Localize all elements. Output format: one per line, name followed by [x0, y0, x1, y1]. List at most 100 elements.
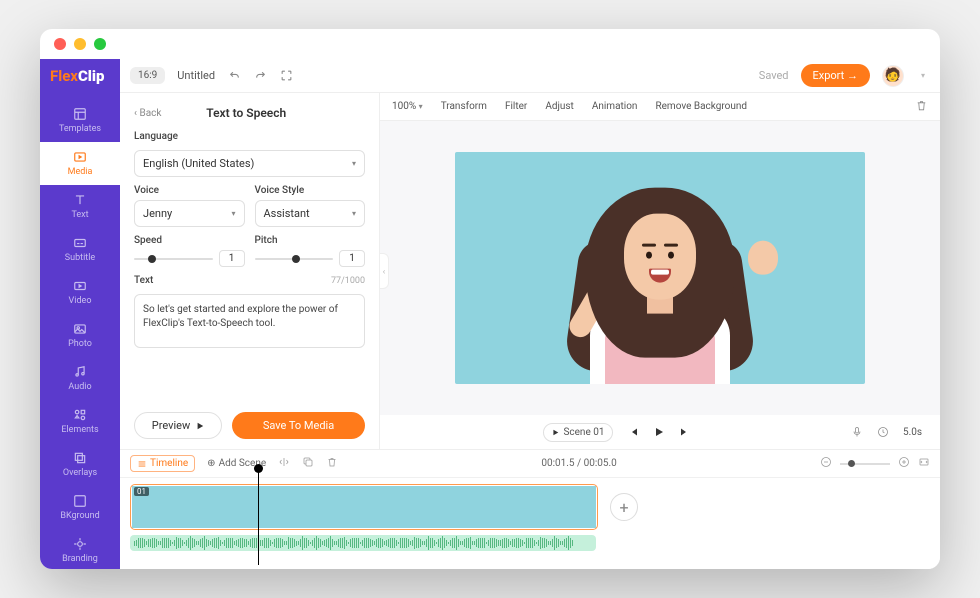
save-to-media-button[interactable]: Save To Media: [232, 412, 365, 439]
sidebar-item-audio[interactable]: Audio: [40, 357, 120, 400]
logo-clip: Clip: [78, 67, 105, 85]
chevron-down-icon: ▾: [231, 209, 235, 218]
close-window-icon[interactable]: [54, 38, 66, 50]
zoom-out-button[interactable]: [820, 456, 832, 471]
canvas-area: 100% ▾ Transform Filter Adjust Animation…: [380, 93, 940, 449]
voice-style-select[interactable]: Assistant▾: [255, 200, 366, 227]
sidebar-item-subtitle[interactable]: Subtitle: [40, 228, 120, 271]
clip-thumbnail: [306, 486, 364, 528]
tts-panel: ‹ ‹ Back Text to Speech Language English…: [120, 93, 380, 449]
fit-button[interactable]: [918, 456, 930, 471]
tts-text-input[interactable]: So let's get started and explore the pow…: [134, 294, 365, 348]
sidebar-item-label: Overlays: [63, 468, 97, 478]
char-counter: 77/1000: [331, 276, 365, 286]
play-button[interactable]: [653, 426, 665, 438]
subtitle-icon: [73, 236, 87, 250]
sidebar: FlexClip Templates Media Text Subtitle V…: [40, 59, 120, 569]
sidebar-item-branding[interactable]: Branding: [40, 529, 120, 569]
mic-button[interactable]: [851, 426, 863, 438]
app-logo: FlexClip: [40, 67, 120, 99]
topbar: 16:9 Untitled Saved Export → 🧑 ▾: [120, 59, 940, 93]
zoom-in-button[interactable]: [898, 456, 910, 471]
delete-button[interactable]: [915, 99, 928, 115]
sidebar-item-label: Audio: [68, 382, 91, 392]
split-button[interactable]: [278, 456, 290, 471]
sidebar-item-elements[interactable]: Elements: [40, 400, 120, 443]
copy-button[interactable]: [302, 456, 314, 471]
back-button[interactable]: ‹ Back: [134, 108, 161, 119]
audio-track-clip[interactable]: [130, 535, 596, 551]
sidebar-item-label: Text: [71, 210, 88, 220]
zoom-slider[interactable]: [840, 463, 890, 465]
export-button[interactable]: Export →: [801, 64, 870, 87]
scene-label: Scene 01: [563, 427, 604, 438]
prev-button[interactable]: [627, 426, 639, 438]
user-avatar[interactable]: 🧑: [882, 65, 904, 87]
canvas-toolbar: 100% ▾ Transform Filter Adjust Animation…: [380, 93, 940, 121]
project-title[interactable]: Untitled: [177, 69, 215, 82]
next-button[interactable]: [679, 426, 691, 438]
maximize-window-icon[interactable]: [94, 38, 106, 50]
playhead[interactable]: [258, 466, 259, 565]
language-label: Language: [134, 131, 365, 142]
minimize-window-icon[interactable]: [74, 38, 86, 50]
preview-label: Preview: [152, 419, 190, 432]
voice-style-value: Assistant: [264, 207, 310, 220]
sidebar-item-text[interactable]: Text: [40, 185, 120, 228]
voice-select[interactable]: Jenny ▾: [134, 200, 245, 227]
sidebar-item-label: Branding: [62, 554, 98, 564]
player-bar: Scene 01 5.0s: [380, 415, 940, 449]
pitch-label: Pitch: [255, 235, 366, 246]
sidebar-item-templates[interactable]: Templates: [40, 99, 120, 142]
adjust-button[interactable]: Adjust: [545, 101, 574, 112]
speed-slider[interactable]: [134, 258, 213, 260]
filter-button[interactable]: Filter: [505, 101, 527, 112]
sidebar-item-overlays[interactable]: Overlays: [40, 443, 120, 486]
overlays-icon: [73, 451, 87, 465]
language-select[interactable]: English (United States)▾: [134, 150, 365, 177]
sidebar-item-label: BKground: [60, 511, 99, 521]
duration-icon: [877, 426, 889, 438]
timeline-tab[interactable]: Timeline: [130, 455, 195, 472]
user-menu-chevron-icon[interactable]: ▾: [916, 69, 930, 83]
voice-style-label: Voice Style: [255, 185, 366, 196]
aspect-ratio-button[interactable]: 16:9: [130, 67, 165, 84]
play-icon: [552, 429, 559, 436]
clip-thumbnail: [364, 486, 422, 528]
chevron-down-icon: ▾: [419, 102, 423, 111]
fullscreen-button[interactable]: [279, 69, 293, 83]
sidebar-item-media[interactable]: Media: [40, 142, 120, 185]
sidebar-item-video[interactable]: Video: [40, 271, 120, 314]
timeline-label: Timeline: [150, 458, 188, 469]
timeline-icon: [137, 459, 147, 469]
redo-button[interactable]: [253, 69, 267, 83]
transform-button[interactable]: Transform: [441, 101, 487, 112]
voice-value: Jenny: [143, 207, 172, 220]
scene-button[interactable]: Scene 01: [543, 423, 613, 442]
language-value: English (United States): [143, 157, 254, 170]
undo-button[interactable]: [227, 69, 241, 83]
logo-flex: Flex: [50, 67, 78, 85]
speed-value[interactable]: 1: [219, 250, 245, 267]
video-track-clip[interactable]: 01: [130, 484, 598, 530]
text-icon: [73, 193, 87, 207]
pitch-value[interactable]: 1: [339, 250, 365, 267]
remove-background-button[interactable]: Remove Background: [655, 101, 747, 112]
add-clip-button[interactable]: +: [610, 493, 638, 521]
clip-thumbnail: [480, 486, 538, 528]
preview-button[interactable]: Preview: [134, 412, 222, 439]
zoom-level-button[interactable]: 100% ▾: [392, 101, 423, 112]
video-preview: [455, 152, 865, 384]
delete-clip-button[interactable]: [326, 456, 338, 471]
pitch-slider[interactable]: [255, 258, 334, 260]
voice-label: Voice: [134, 185, 245, 196]
sidebar-item-photo[interactable]: Photo: [40, 314, 120, 357]
panel-collapse-button[interactable]: ‹: [379, 253, 389, 289]
animation-button[interactable]: Animation: [592, 101, 638, 112]
play-icon: [196, 422, 204, 430]
timeline-time: 00:01.5 / 00:05.0: [541, 458, 616, 469]
sidebar-item-bkground[interactable]: BKground: [40, 486, 120, 529]
sidebar-item-label: Templates: [59, 124, 101, 134]
audio-icon: [73, 365, 87, 379]
video-stage[interactable]: [380, 121, 940, 415]
